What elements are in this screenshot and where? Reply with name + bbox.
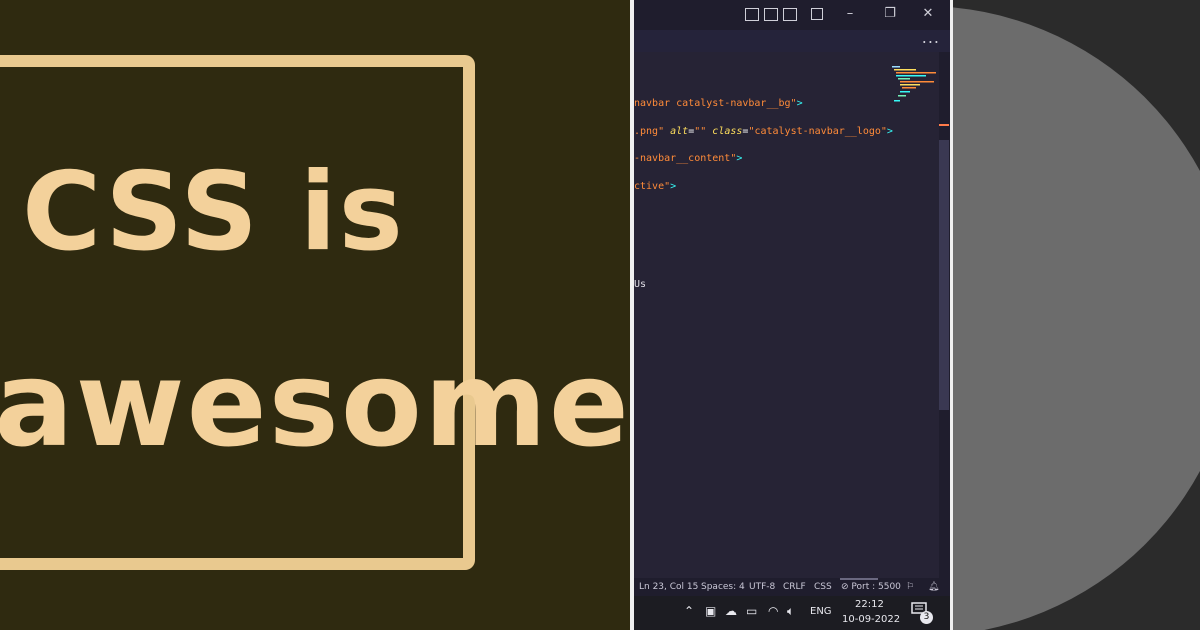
restore-icon[interactable]: ❐ xyxy=(882,6,898,22)
code-token: Us xyxy=(634,279,647,290)
scrollbar-cursor-marker xyxy=(939,124,949,126)
minimap-line xyxy=(900,81,934,83)
status-progress-line xyxy=(840,578,878,580)
minimap-line xyxy=(892,66,900,68)
clock-date[interactable]: 10-09-2022 xyxy=(842,614,900,625)
code-token: -navbar__content" xyxy=(634,153,737,164)
clock-time[interactable]: 22:12 xyxy=(855,599,884,610)
status-bar: Ln 23, Col 15 Spaces: 4 UTF-8 CRLF CSS ⊘… xyxy=(634,578,950,596)
minimap-line xyxy=(894,100,900,102)
code-line[interactable]: ctive"> xyxy=(634,181,676,192)
battery-icon[interactable]: ▭ xyxy=(746,604,757,618)
feedback-icon[interactable]: ⚐ xyxy=(906,582,914,592)
more-actions-icon[interactable]: ... xyxy=(922,28,940,47)
code-line[interactable]: .png" alt="" class="catalyst-navbar__log… xyxy=(634,126,893,137)
code-editor-window: – ❐ ✕ ... navbar catalyst-navbar__bg"> .p… xyxy=(634,0,950,630)
notification-count-badge: 3 xyxy=(920,611,933,624)
live-server-port-label: Port : 5500 xyxy=(851,582,901,592)
code-token: "" xyxy=(694,126,707,137)
code-token: > xyxy=(886,126,893,137)
scrollbar-thumb[interactable] xyxy=(939,140,949,410)
volume-icon[interactable]: 🔈︎ xyxy=(787,604,794,619)
toggle-panel-icon[interactable] xyxy=(764,8,778,21)
minimap[interactable] xyxy=(890,64,936,110)
onedrive-offline-icon[interactable]: ☁ xyxy=(725,604,737,618)
minimap-line xyxy=(900,84,920,86)
meme-text-line-2: awesome xyxy=(0,335,630,473)
code-token: class xyxy=(706,126,743,137)
meet-now-icon[interactable]: ▣ xyxy=(705,604,716,618)
cursor-position[interactable]: Ln 23, Col 15 xyxy=(639,582,698,592)
language-mode[interactable]: CSS xyxy=(814,582,832,592)
meme-text-line-1: CSS is xyxy=(22,150,405,275)
toggle-secondary-sidebar-icon[interactable] xyxy=(783,8,797,21)
code-token: navbar catalyst-navbar__bg" xyxy=(634,98,797,109)
minimize-icon[interactable]: – xyxy=(842,6,858,22)
grey-circle-shape xyxy=(953,6,1200,630)
code-token: ctive" xyxy=(634,181,671,192)
code-area[interactable]: navbar catalyst-navbar__bg"> .png" alt=""… xyxy=(634,52,939,578)
minimap-line xyxy=(900,91,910,93)
encoding-setting[interactable]: UTF-8 xyxy=(749,582,775,592)
live-server-port[interactable]: ⊘ Port : 5500 xyxy=(841,582,901,592)
indentation-setting[interactable]: Spaces: 4 xyxy=(701,582,745,592)
windows-taskbar: ⌃ ▣ ☁ ▭ ◠ 🔈︎ ENG 22:12 10-09-2022 3 xyxy=(634,596,950,630)
code-token: .png" xyxy=(634,126,665,137)
wifi-icon[interactable]: ◠ xyxy=(768,604,778,618)
code-token: > xyxy=(670,181,677,192)
minimap-line xyxy=(896,72,936,74)
title-bar: – ❐ ✕ xyxy=(634,0,950,30)
code-token: "catalyst-navbar__logo" xyxy=(748,126,887,137)
input-language[interactable]: ENG xyxy=(810,606,832,617)
code-token: alt xyxy=(664,126,689,137)
meme-image: CSS is awesome xyxy=(0,0,630,630)
toggle-primary-sidebar-icon[interactable] xyxy=(745,8,759,21)
minimap-line xyxy=(902,87,916,89)
minimap-line xyxy=(898,78,910,80)
meme-frame xyxy=(0,55,475,570)
code-line[interactable]: navbar catalyst-navbar__bg"> xyxy=(634,98,803,109)
minimap-line xyxy=(898,95,906,97)
close-icon[interactable]: ✕ xyxy=(920,6,936,22)
minimap-line xyxy=(894,69,916,71)
decorative-panel xyxy=(953,0,1200,630)
code-token: > xyxy=(796,98,803,109)
eol-setting[interactable]: CRLF xyxy=(783,582,806,592)
tab-bar: ... xyxy=(634,28,950,52)
code-token: > xyxy=(736,153,743,164)
customize-layout-icon[interactable] xyxy=(811,8,823,20)
broadcast-icon: ⊘ xyxy=(841,582,852,592)
chevron-up-icon[interactable]: ⌃ xyxy=(684,604,694,618)
code-line[interactable]: -navbar__content"> xyxy=(634,153,742,164)
code-line[interactable]: Us xyxy=(634,279,646,290)
minimap-line xyxy=(896,75,926,77)
notifications-bell-icon[interactable]: 🔔︎ xyxy=(928,582,939,592)
